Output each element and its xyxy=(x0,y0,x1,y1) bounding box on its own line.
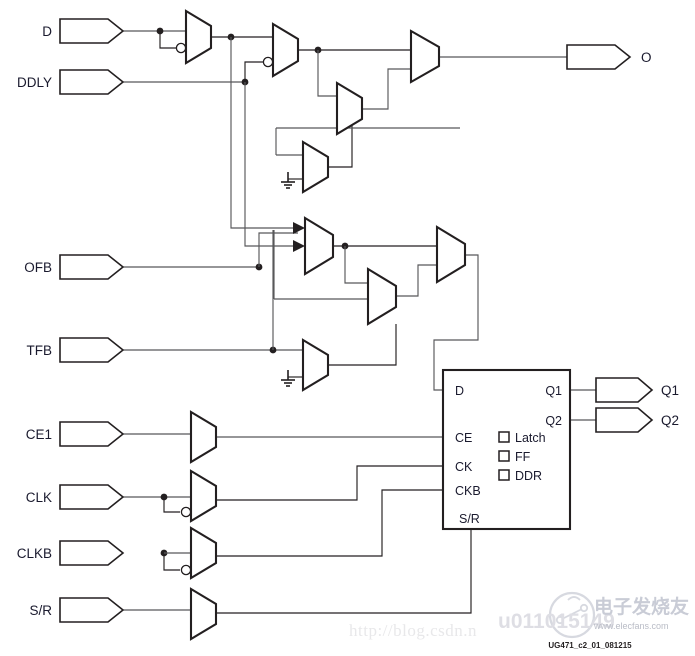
output-port-labels: O Q1 Q2 xyxy=(641,50,679,428)
watermark-chinese: 电子发烧友 xyxy=(594,595,689,618)
arrowhead-d-path xyxy=(293,222,305,234)
mux-clock[interactable] xyxy=(180,469,218,523)
mux-clock-enable[interactable] xyxy=(189,410,218,464)
signal-arrowheads xyxy=(293,222,305,252)
label-input-d: D xyxy=(42,24,52,39)
ologic-block-diagram: http://blog.csdn.n u011015149 电子发烧友 www.… xyxy=(0,0,695,656)
inverter-bubble-icon xyxy=(180,564,192,576)
input-port-sr[interactable] xyxy=(59,597,125,623)
label-output-q2: Q2 xyxy=(661,413,679,428)
ff-pin-label-ckb: CKB xyxy=(455,484,481,498)
input-ports xyxy=(59,18,125,623)
mux-output-stage2[interactable] xyxy=(335,81,364,136)
inverter-bubble-icon xyxy=(180,506,192,518)
input-port-ce1[interactable] xyxy=(59,421,125,447)
watermark-group: http://blog.csdn.n u011015149 电子发烧友 www.… xyxy=(349,591,689,640)
ff-pin-label-d: D xyxy=(455,384,464,398)
mux-output-select[interactable] xyxy=(409,29,441,84)
input-port-clkb[interactable] xyxy=(59,540,125,566)
input-port-d[interactable] xyxy=(59,18,125,44)
checkbox-ddr-icon xyxy=(498,469,510,481)
label-output-q1: Q1 xyxy=(661,383,679,398)
figure-caption: UG471_c2_01_081215 xyxy=(548,641,632,650)
watermark-site: www.elecfans.com xyxy=(593,621,669,631)
mux-ff-data-input[interactable] xyxy=(435,225,467,284)
flipflop-block[interactable]: D CE CK CKB S/R Q1 Q2 Latch FF DDR xyxy=(441,368,572,531)
mux-tristate-lower[interactable] xyxy=(301,338,330,392)
mux-d-inverter-select[interactable] xyxy=(175,9,213,65)
inverter-bubble-icon xyxy=(175,42,187,54)
checkbox-ff-icon xyxy=(498,450,510,462)
output-port-q1[interactable] xyxy=(595,377,654,403)
mux-data-select[interactable] xyxy=(303,216,335,276)
label-input-ce1: CE1 xyxy=(26,427,52,442)
mux-tristate-upper[interactable] xyxy=(301,140,330,194)
output-port-o[interactable] xyxy=(566,44,632,70)
ff-pin-label-ce: CE xyxy=(455,431,472,445)
ff-mode-label-ddr: DDR xyxy=(515,469,542,483)
watermark-url: http://blog.csdn.n xyxy=(349,621,477,640)
checkbox-latch-icon xyxy=(498,431,510,443)
label-input-clkb: CLKB xyxy=(17,546,52,561)
ground-symbol-top xyxy=(281,172,295,189)
inverter-bubble-icon xyxy=(262,56,274,68)
schematic-canvas: http://blog.csdn.n u011015149 电子发烧友 www.… xyxy=(17,9,689,650)
ff-pin-label-q2: Q2 xyxy=(545,414,562,428)
ff-mode-label-ff: FF xyxy=(515,450,531,464)
multiplexers xyxy=(175,9,467,641)
input-port-ofb[interactable] xyxy=(59,254,125,280)
input-port-clk[interactable] xyxy=(59,484,125,510)
label-input-clk: CLK xyxy=(26,490,52,505)
input-port-ddly[interactable] xyxy=(59,69,125,95)
label-input-ddly: DDLY xyxy=(17,75,52,90)
label-input-tfb: TFB xyxy=(27,343,53,358)
ff-mode-label-latch: Latch xyxy=(515,431,546,445)
ff-pin-label-q1: Q1 xyxy=(545,384,562,398)
arrowhead-ddly-path xyxy=(293,240,305,252)
label-output-o: O xyxy=(641,50,652,65)
label-input-ofb: OFB xyxy=(24,260,52,275)
input-port-tfb[interactable] xyxy=(59,337,125,363)
ff-pin-label-sr: S/R xyxy=(459,512,480,526)
output-ports xyxy=(566,44,654,433)
mux-set-reset[interactable] xyxy=(189,587,218,641)
label-input-sr: S/R xyxy=(29,603,52,618)
mux-ofb-feedback[interactable] xyxy=(366,267,398,326)
ff-pin-label-ck: CK xyxy=(455,460,473,474)
output-port-q2[interactable] xyxy=(595,407,654,433)
input-port-labels: D DDLY OFB TFB CE1 CLK CLKB S/R xyxy=(17,24,53,618)
mux-d-ddly-select[interactable] xyxy=(262,22,300,78)
ground-symbol-tfb xyxy=(281,370,295,387)
